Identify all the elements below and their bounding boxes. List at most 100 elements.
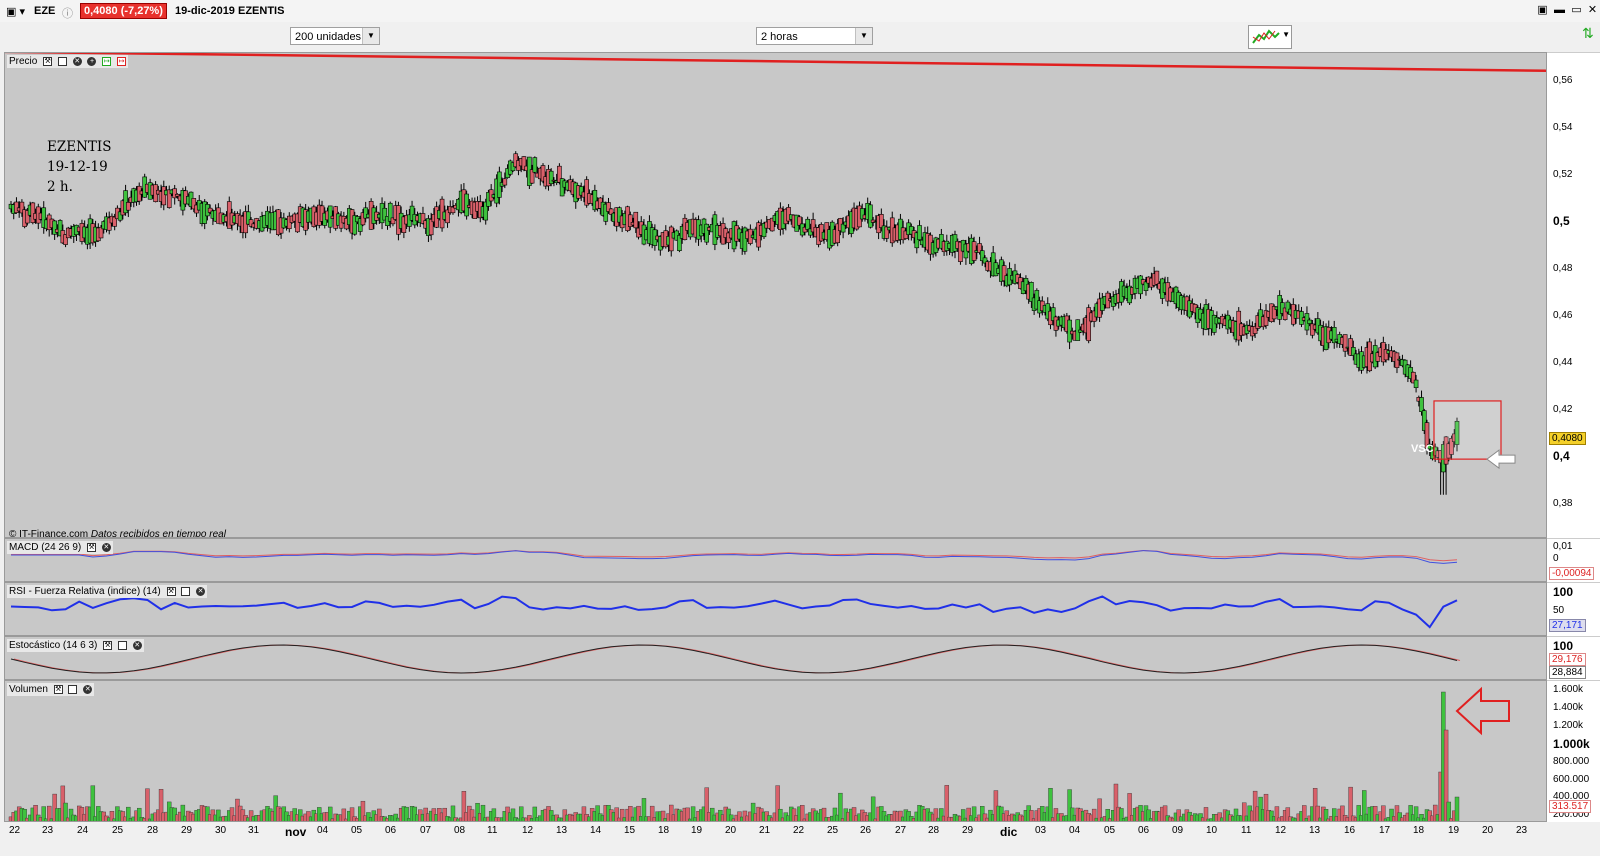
rsi-chart[interactable]: [5, 583, 1547, 636]
annotation-date: 19-12-19: [47, 159, 108, 175]
volume-bar: [1048, 788, 1053, 821]
candle-body: [502, 178, 508, 186]
close-pane-icon[interactable]: ✕: [83, 684, 93, 694]
macd-chart[interactable]: [5, 539, 1547, 582]
chevron-down-icon[interactable]: ▼: [855, 28, 872, 44]
restore-icon[interactable]: ▣: [1536, 4, 1549, 17]
volume-bar: [870, 796, 876, 821]
macd-signal-line: [11, 549, 1458, 562]
price-axis-tick: 0,5: [1553, 214, 1570, 228]
wrench-icon[interactable]: ⚒: [166, 586, 176, 596]
chevron-down-icon[interactable]: ▼: [362, 28, 379, 44]
x-axis-tick: 07: [420, 825, 432, 836]
maximize-icon[interactable]: ▭: [1570, 4, 1583, 17]
window-menu-icon[interactable]: ▣ ▾: [6, 5, 25, 18]
window-icon[interactable]: [57, 56, 67, 66]
x-axis-tick: 15: [624, 825, 636, 836]
window-icon[interactable]: [117, 640, 127, 650]
x-axis-tick: 27: [895, 825, 907, 836]
units-select[interactable]: 200 unidades ▼: [290, 27, 380, 45]
candle-body: [1413, 379, 1419, 389]
date-name-label: 19-dic-2019 EZENTIS: [175, 5, 285, 17]
x-axis-tick: 20: [725, 825, 737, 836]
volume-pane-header: Volumen ⚒ ✕: [7, 683, 95, 696]
x-axis-tick: 25: [112, 825, 124, 836]
units-select-value: 200 unidades: [295, 31, 362, 43]
macd-axis: 0,01 0 -0,00094: [1547, 538, 1600, 582]
price-pane-header: Precio ⚒ ✕ + ↦ ↦: [7, 55, 129, 68]
period-select[interactable]: 2 horas ▼: [756, 27, 873, 45]
symbol-label[interactable]: EZE: [34, 5, 55, 17]
close-pane-icon[interactable]: ✕: [196, 586, 206, 596]
candle-body: [633, 211, 639, 229]
stochastic-axis: 100 29,176 28,884: [1547, 636, 1600, 680]
logout-icon[interactable]: ↦: [117, 56, 127, 66]
arrow-left-icon: [1455, 686, 1510, 736]
price-chart[interactable]: [5, 53, 1547, 538]
stochastic-chart[interactable]: [5, 637, 1547, 680]
info-icon[interactable]: ⓘ: [62, 5, 73, 21]
volume-axis-tick: 1.400k: [1553, 702, 1584, 713]
rsi-axis-tick: 100: [1553, 585, 1574, 599]
rsi-pane[interactable]: RSI - Fuerza Relativa (indice) (14) ⚒ ✕: [4, 582, 1547, 636]
x-axis-tick: 14: [590, 825, 602, 836]
window-icon[interactable]: [68, 684, 78, 694]
x-axis-tick: 05: [351, 825, 363, 836]
close-pane-icon[interactable]: ✕: [72, 56, 82, 66]
x-axis-tick: 25: [827, 825, 839, 836]
close-pane-icon[interactable]: ✕: [132, 640, 142, 650]
chart-type-icon: [1252, 29, 1280, 44]
wrench-icon[interactable]: ⚒: [103, 640, 113, 650]
rsi-line: [10, 595, 1458, 629]
price-pane[interactable]: Precio ⚒ ✕ + ↦ ↦ EZENTIS 19-12-19 2 h. V…: [4, 52, 1547, 538]
price-axis-tick: 0,4: [1553, 449, 1570, 463]
x-axis-tick: 19: [691, 825, 703, 836]
close-icon[interactable]: ✕: [1586, 4, 1599, 17]
refresh-icon[interactable]: ⇅: [1582, 25, 1596, 47]
x-axis-tick: 10: [1206, 825, 1218, 836]
x-axis-tick: 08: [454, 825, 466, 836]
volume-pane[interactable]: Volumen ⚒ ✕: [4, 680, 1547, 822]
chart-type-button[interactable]: ▼: [1248, 25, 1292, 49]
minimize-icon[interactable]: ▬: [1553, 4, 1566, 17]
price-axis-tick: 0,54: [1553, 122, 1573, 133]
x-axis-tick: nov: [285, 825, 307, 839]
close-pane-icon[interactable]: ✕: [101, 542, 111, 552]
export-icon[interactable]: ↦: [102, 56, 112, 66]
volume-chart[interactable]: [5, 681, 1547, 822]
candle-body: [161, 186, 167, 206]
candle-body: [917, 225, 922, 240]
rsi-axis-tick: 50: [1553, 605, 1565, 616]
macd-pane[interactable]: MACD (24 26 9) ⚒ ✕: [4, 538, 1547, 582]
volume-bar: [944, 785, 950, 821]
macd-line: [11, 550, 1458, 564]
price-axis-tick: 0,56: [1553, 75, 1573, 86]
x-axis-tick: 09: [1172, 825, 1184, 836]
candle-body: [704, 223, 710, 243]
chevron-down-icon[interactable]: ▼: [1282, 30, 1290, 39]
wrench-icon[interactable]: ⚒: [53, 684, 63, 694]
annotation-name: EZENTIS: [47, 139, 112, 155]
trendline: [5, 53, 1546, 73]
x-axis-tick: 23: [1516, 825, 1528, 836]
volume-value-label: 313.517: [1549, 800, 1592, 813]
wrench-icon[interactable]: ⚒: [43, 56, 53, 66]
stochastic-k-label: 29,176: [1549, 653, 1586, 666]
period-select-value: 2 horas: [761, 31, 798, 43]
x-axis-tick: 22: [9, 825, 21, 836]
add-icon[interactable]: +: [87, 56, 97, 66]
x-axis: 22 23 24 25 28 29 30 31 nov 04 05 06 07 08 11 12 13 14 15 1…: [0, 822, 1600, 856]
price-axis-tick: 0,42: [1553, 404, 1573, 415]
volume-bar: [1454, 796, 1460, 821]
x-axis-tick: 23: [42, 825, 54, 836]
realtime-note: Datos recibidos en tiempo real: [90, 529, 226, 538]
candle-body: [548, 170, 554, 185]
copyright-text: © IT-Finance.com: [9, 529, 89, 538]
x-axis-tick: 28: [147, 825, 159, 836]
window-icon[interactable]: [181, 586, 191, 596]
wrench-icon[interactable]: ⚒: [87, 542, 97, 552]
x-axis-tick: 31: [248, 825, 260, 836]
stochastic-pane[interactable]: Estocástico (14 6 3) ⚒ ✕: [4, 636, 1547, 680]
x-axis-tick: 11: [1241, 825, 1252, 836]
x-axis-tick: 22: [793, 825, 805, 836]
